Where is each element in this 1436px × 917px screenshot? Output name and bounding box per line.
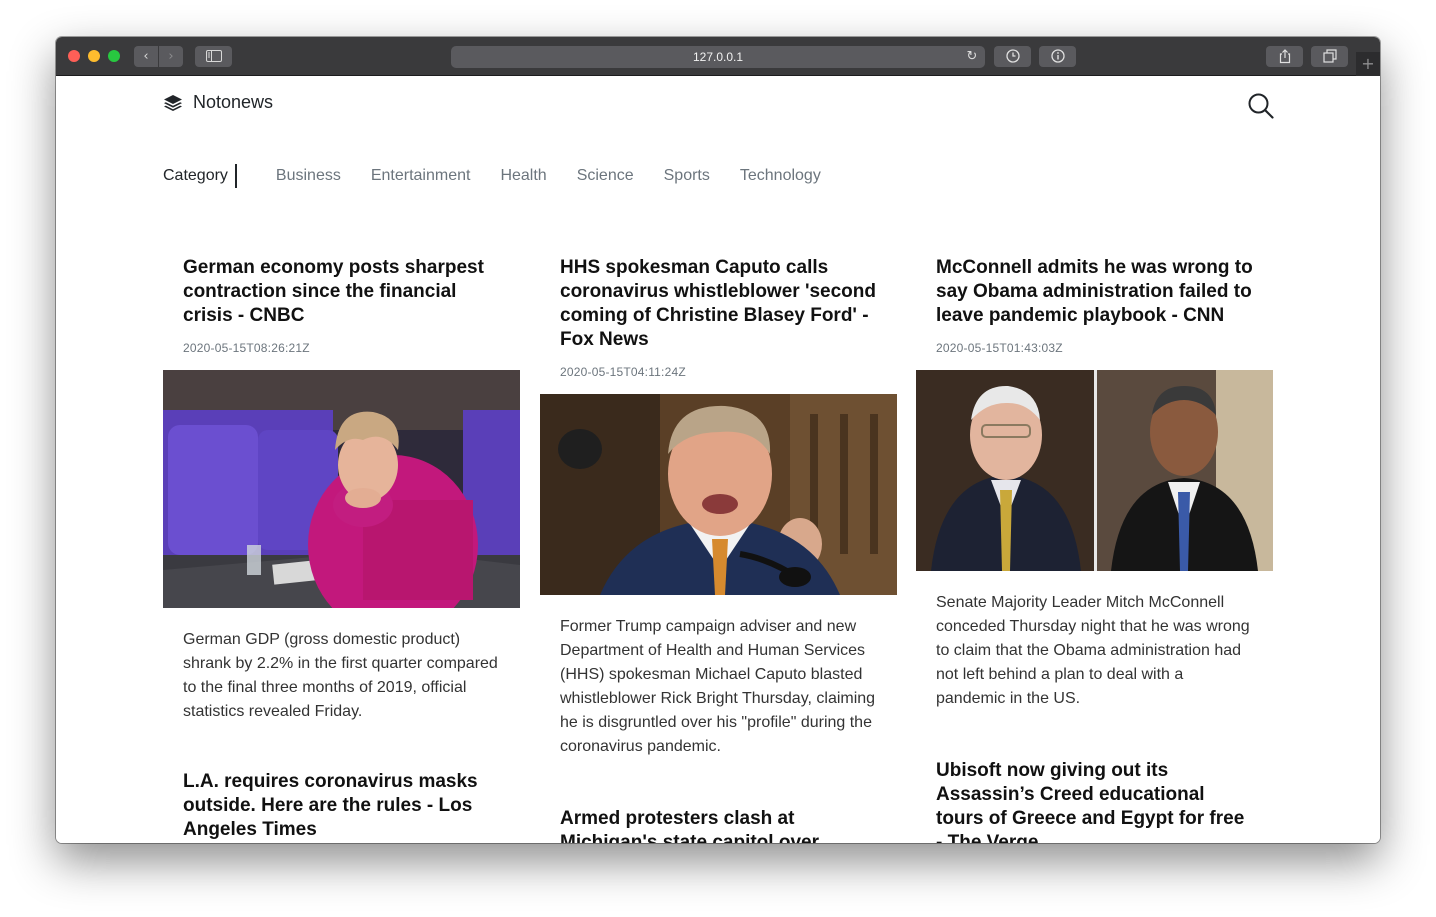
category-label: Category xyxy=(163,164,237,188)
article-image[interactable] xyxy=(916,370,1273,571)
chevron-left-icon: ‹ xyxy=(143,49,149,64)
search-icon[interactable] xyxy=(1247,92,1275,120)
zoom-window-button[interactable] xyxy=(108,50,120,62)
sidebar-icon xyxy=(205,50,222,62)
article-title[interactable]: McConnell admits he was wrong to say Oba… xyxy=(916,256,1273,328)
category-sports-link[interactable]: Sports xyxy=(664,164,710,188)
site-info-button[interactable] xyxy=(1039,46,1076,67)
article-card[interactable]: Armed protesters clash at Michigan's sta… xyxy=(540,807,897,843)
show-tabs-button[interactable] xyxy=(1311,46,1348,67)
close-window-button[interactable] xyxy=(68,50,80,62)
page-content: Notonews Category Business Entertainment… xyxy=(56,76,1380,843)
article-card[interactable]: L.A. requires coronavirus masks outside.… xyxy=(163,770,520,842)
article-date: 2020-05-15T08:26:21Z xyxy=(183,341,310,355)
article-description: Senate Majority Leader Mitch McConnell c… xyxy=(936,594,1250,707)
article-card[interactable]: McConnell admits he was wrong to say Oba… xyxy=(916,256,1273,711)
category-technology-link[interactable]: Technology xyxy=(740,164,821,188)
reload-icon[interactable]: ↻ xyxy=(963,46,981,68)
article-image[interactable] xyxy=(163,370,520,608)
minimize-window-button[interactable] xyxy=(88,50,100,62)
share-icon xyxy=(1279,49,1290,64)
browser-window: ‹ › 127.0.0.1 ↻ + Notonews Category Busi… xyxy=(56,37,1380,843)
article-title[interactable]: Armed protesters clash at Michigan's sta… xyxy=(540,807,897,843)
article-image[interactable] xyxy=(540,394,897,595)
clock-icon xyxy=(1005,49,1020,63)
category-science-link[interactable]: Science xyxy=(577,164,634,188)
article-description: Former Trump campaign adviser and new De… xyxy=(560,618,876,755)
article-title[interactable]: HHS spokesman Caputo calls coronavirus w… xyxy=(540,256,897,352)
chevron-right-icon: › xyxy=(168,49,174,64)
forward-button[interactable]: › xyxy=(159,46,183,67)
back-button[interactable]: ‹ xyxy=(134,46,158,67)
article-card[interactable]: HHS spokesman Caputo calls coronavirus w… xyxy=(540,256,897,759)
browser-toolbar: ‹ › 127.0.0.1 ↻ + xyxy=(56,37,1380,76)
plus-icon: + xyxy=(1361,54,1375,73)
article-column: HHS spokesman Caputo calls coronavirus w… xyxy=(540,256,897,843)
article-title[interactable]: L.A. requires coronavirus masks outside.… xyxy=(163,770,520,842)
share-button[interactable] xyxy=(1266,46,1303,67)
article-card[interactable]: Ubisoft now giving out its Assassin’s Cr… xyxy=(916,759,1273,843)
category-business-link[interactable]: Business xyxy=(276,164,341,188)
tabs-icon xyxy=(1322,49,1337,63)
site-brand[interactable]: Notonews xyxy=(163,92,273,113)
url-text: 127.0.0.1 xyxy=(692,50,744,64)
category-entertainment-link[interactable]: Entertainment xyxy=(371,164,471,188)
category-nav: Category Business Entertainment Health S… xyxy=(163,164,821,188)
info-icon xyxy=(1050,49,1065,63)
article-title[interactable]: German economy posts sharpest contractio… xyxy=(163,256,520,328)
sidebar-toggle-button[interactable] xyxy=(195,46,232,67)
history-button[interactable] xyxy=(994,46,1031,67)
article-title[interactable]: Ubisoft now giving out its Assassin’s Cr… xyxy=(916,759,1273,843)
article-date: 2020-05-15T01:43:03Z xyxy=(936,341,1063,355)
category-health-link[interactable]: Health xyxy=(500,164,546,188)
article-column: McConnell admits he was wrong to say Oba… xyxy=(916,256,1273,843)
article-description: German GDP (gross domestic product) shra… xyxy=(183,631,498,720)
article-date: 2020-05-15T04:11:24Z xyxy=(560,365,686,379)
new-tab-button[interactable]: + xyxy=(1356,52,1380,76)
layers-icon xyxy=(164,94,182,111)
address-bar[interactable]: 127.0.0.1 ↻ xyxy=(451,46,985,68)
article-card[interactable]: German economy posts sharpest contractio… xyxy=(163,256,520,724)
article-column: German economy posts sharpest contractio… xyxy=(163,256,520,842)
brand-name: Notonews xyxy=(193,92,274,112)
